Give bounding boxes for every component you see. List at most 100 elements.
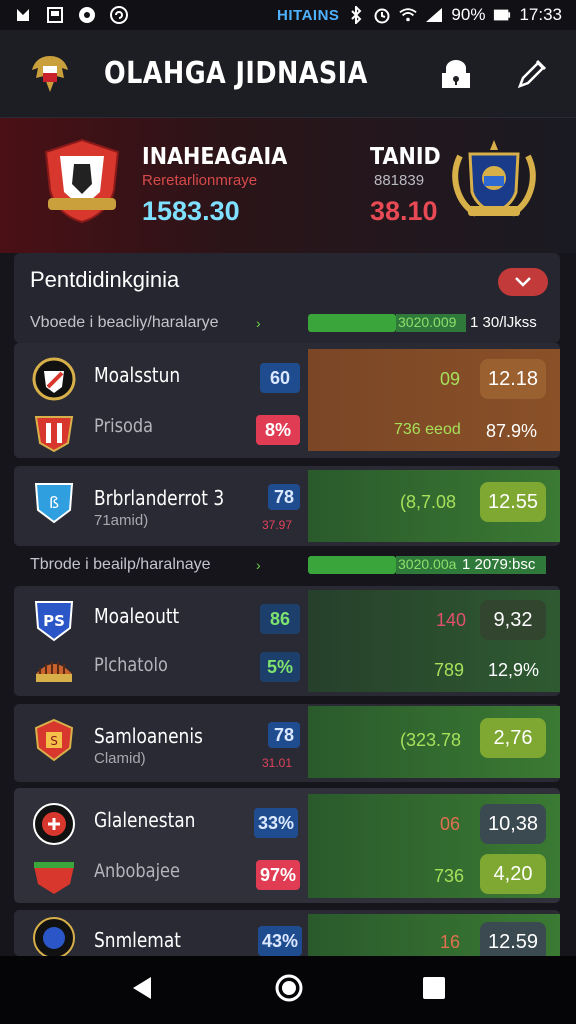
alarm-icon [373, 6, 391, 24]
odds-value: 09 [440, 369, 461, 389]
odds-value: 736 eeod [394, 421, 461, 438]
list-item[interactable]: Moalsstun 60 09 12.18 [14, 351, 560, 401]
match-block: PS Moaleoutt 86 140 9,32 Plchatolo 5% 78… [14, 586, 560, 696]
team-logo: S [32, 718, 76, 762]
system-nav-bar [0, 956, 576, 1024]
home-icon[interactable] [274, 973, 304, 1008]
status-bar: HITAINS 90% 17:33 [0, 0, 576, 30]
sync-icon [110, 6, 128, 24]
list-item[interactable]: ß Brbrlanderrot 3 71amid) 78 37.97 (8,7.… [14, 474, 560, 532]
filter-label: Tbrode i beailp/haralnaye [30, 556, 211, 573]
team-logo: ß [32, 480, 76, 524]
clock: 17:33 [519, 5, 562, 24]
odds-button[interactable]: 2,76 [480, 718, 546, 758]
team-small-value: 31.01 [262, 756, 293, 770]
filter-progress-bar [308, 314, 396, 332]
team-name: Brbrlanderrot 3 [94, 486, 225, 510]
home-team-name: INAHEAGAIA [142, 144, 288, 170]
chevron-right-icon: › [256, 315, 261, 331]
list-item[interactable]: S Samloanenis Clamid) 78 31.01 (323.78 2… [14, 712, 560, 770]
odds-button[interactable]: 10,38 [480, 804, 546, 844]
record-icon [78, 6, 96, 24]
match-header: INAHEAGAIA Reretarlionmraye 1583.30 TANI… [0, 118, 576, 253]
team-logo [32, 802, 76, 846]
filter-row[interactable]: Tbrode i beailp/haralnaye › 3020.00a 1 2… [0, 548, 576, 582]
team-name: Plchatolo [94, 654, 168, 676]
team-name: Anbobajee [94, 860, 180, 882]
filter-label: Vboede i beacliy/haralarye [30, 314, 219, 331]
away-team-name: TANID [370, 144, 441, 170]
battery-percent: 90% [451, 5, 486, 24]
odds-percent[interactable]: 12,9% [488, 660, 539, 681]
wifi-icon [399, 6, 418, 24]
chevron-right-icon: › [256, 557, 261, 573]
app-title: OLAHGA JIDNASIA [104, 56, 368, 91]
team-badge: 5% [260, 652, 300, 682]
odds-value: 789 [434, 660, 465, 680]
team-name: Prisoda [94, 415, 154, 437]
chevron-down-icon [515, 277, 531, 287]
team-name: Moaleoutt [94, 604, 180, 628]
team-logo [32, 409, 76, 453]
team-subtitle: 71amid) [94, 512, 149, 529]
match-block: Snmlemat 43% 16 12.59 [14, 910, 560, 962]
home-team-crest [40, 138, 124, 229]
list-item[interactable]: Prisoda 8% 736 eeod 87.9% [14, 403, 560, 453]
team-logo [32, 357, 76, 401]
app-notification-icon [14, 6, 32, 24]
bluetooth-icon [347, 6, 365, 24]
team-subtitle: Clamid) [94, 750, 146, 767]
odds-button[interactable]: 12.55 [480, 482, 546, 522]
odds-value: 736 [434, 866, 465, 886]
filter-row[interactable]: Vboede i beacliy/haralarye › 3020.009 1 … [0, 306, 576, 340]
odds-percent[interactable]: 87.9% [486, 421, 537, 442]
battery-icon [493, 6, 511, 24]
team-badge: 78 [268, 722, 300, 748]
filter-bar-text: 3020.009 [398, 314, 457, 330]
filter-count: 1 30/lJkss [470, 314, 537, 331]
odds-button[interactable]: 9,32 [480, 600, 546, 640]
team-name: Snmlemat [94, 928, 181, 952]
list-item[interactable]: Glalenestan 33% 06 10,38 [14, 796, 560, 846]
odds-value: (8,7.08 [400, 492, 457, 512]
app-bar: OLAHGA JIDNASIA [0, 30, 576, 118]
app-logo [26, 50, 74, 98]
match-block: S Samloanenis Clamid) 78 31.01 (323.78 2… [14, 704, 560, 782]
network-label: HITAINS [277, 6, 340, 24]
home-team-subtitle: Reretarlionmraye [142, 172, 258, 189]
team-badge: 97% [256, 860, 300, 890]
match-block: Glalenestan 33% 06 10,38 Anbobajee 97% 7… [14, 788, 560, 903]
odds-value: 06 [440, 814, 461, 834]
odds-button[interactable]: 12.18 [480, 359, 546, 399]
list-item[interactable]: Anbobajee 97% 736 4,20 [14, 848, 560, 898]
lock-icon[interactable] [438, 56, 474, 92]
odds-value: (323.78 [400, 730, 462, 750]
filter-progress-bar [308, 556, 396, 574]
match-block: Moalsstun 60 09 12.18 Prisoda 8% 736 eeo… [14, 343, 560, 458]
team-logo [32, 916, 76, 960]
list-item[interactable]: PS Moaleoutt 86 140 9,32 [14, 592, 560, 642]
filter-bar-text: 3020.00a [398, 556, 457, 572]
team-name: Glalenestan [94, 808, 196, 832]
match-block: ß Brbrlanderrot 3 71amid) 78 37.97 (8,7.… [14, 466, 560, 546]
home-team-score: 1583.30 [142, 196, 240, 226]
team-badge: 33% [254, 808, 298, 838]
recents-icon[interactable] [421, 975, 447, 1006]
gallery-icon [46, 6, 64, 24]
team-logo [32, 854, 76, 898]
away-team-score: 38.10 [370, 196, 438, 226]
team-name: Samloanenis [94, 724, 203, 748]
odds-button[interactable]: 4,20 [480, 854, 546, 894]
team-badge: 60 [260, 363, 300, 393]
team-logo [32, 648, 76, 692]
close-button[interactable] [498, 268, 548, 296]
svg-text:PS: PS [43, 612, 65, 630]
away-team-crest [446, 136, 542, 233]
panel-title: Pentdidinkginia [30, 267, 180, 292]
list-item[interactable]: Plchatolo 5% 789 12,9% [14, 642, 560, 692]
back-icon[interactable] [129, 974, 157, 1007]
svg-text:ß: ß [49, 493, 59, 512]
team-badge: 86 [260, 604, 300, 634]
edit-icon[interactable] [514, 56, 550, 92]
filter-count: 1 2079:bsc [462, 556, 536, 573]
